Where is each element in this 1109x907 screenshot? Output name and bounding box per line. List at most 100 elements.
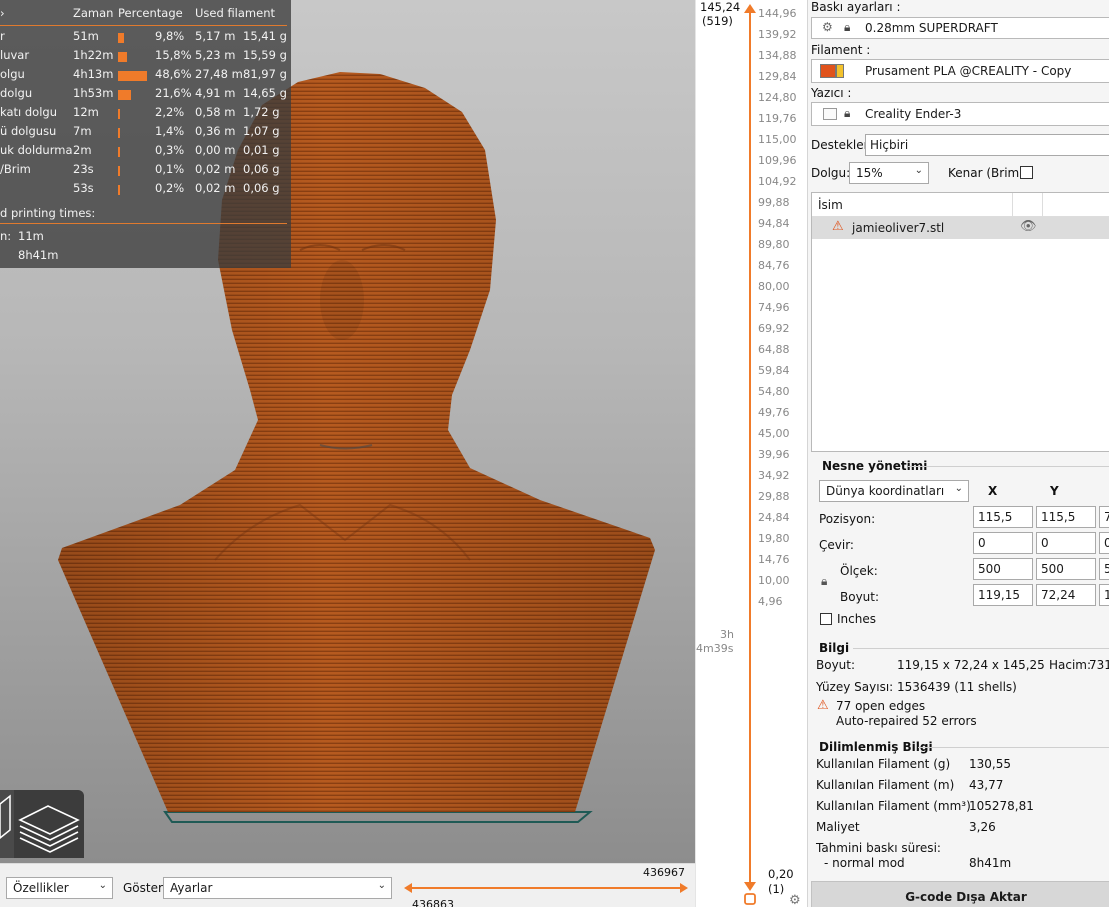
layer-slider-column: 145,24 (519) 3h 4m39s 144,96 139,92 134,88… — [695, 0, 807, 907]
view-mode-button-partial[interactable] — [0, 790, 14, 858]
stats-row-percentage-bar — [118, 109, 120, 119]
object-list-header: İsim — [812, 193, 1109, 217]
right-settings-panel: Baskı ayarları : ⚙ 🔒︎ 0.28mm SUPERDRAFT … — [807, 0, 1109, 907]
stats-row-weight: 0,06 g — [243, 162, 280, 176]
layer-tick-label: 19,80 — [758, 532, 790, 545]
stats-row-weight: 15,59 g — [243, 48, 287, 62]
stats-row: katı dolgu 12m 2,2% 0,58 m 1,72 g — [0, 105, 291, 124]
stats-row-percentage-bar — [118, 128, 120, 138]
stats-row-name: dolgu — [0, 86, 33, 100]
layer-tick-label: 109,96 — [758, 154, 797, 167]
stats-row: uk doldurma 2m 0,3% 0,00 m 0,01 g — [0, 143, 291, 162]
show-select[interactable]: Ayarlar ⌄ — [163, 877, 392, 899]
stats-row-name: /Brim — [0, 162, 31, 176]
inches-label: Inches — [837, 612, 876, 626]
est-row2-value: 8h41m — [18, 248, 59, 262]
stats-row-time: 4h13m — [73, 67, 114, 81]
stats-row-weight: 1,07 g — [243, 124, 280, 138]
layer-tick-label: 144,96 — [758, 7, 797, 20]
eye-icon[interactable]: 👁︎ — [1020, 219, 1037, 234]
stats-row: 53s 0,2% 0,02 m 0,06 g — [0, 181, 291, 200]
size-y-input[interactable]: 72,24 — [1036, 584, 1096, 606]
stats-row-percentage: 1,4% — [155, 124, 185, 138]
infill-label: Dolgu: — [811, 166, 851, 180]
stats-row-length: 27,48 m — [195, 67, 243, 81]
list-header-name: İsim — [818, 198, 843, 212]
gear-icon[interactable]: ⚙ — [789, 893, 801, 907]
stats-row: luvar 1h22m 15,8% 5,23 m 15,59 g — [0, 48, 291, 67]
stats-row-time: 53s — [73, 181, 94, 195]
layer-tick-label: 29,88 — [758, 490, 790, 503]
size-label: Boyut: — [840, 590, 880, 604]
scale-z-input[interactable]: 5 — [1099, 558, 1109, 580]
layer-top-index: (519) — [702, 14, 733, 28]
info-title: Bilgi — [819, 641, 850, 655]
print-settings-label: Baskı ayarları : — [811, 0, 901, 14]
horizontal-move-slider[interactable] — [402, 881, 692, 895]
brim-label: Kenar (Brim): — [948, 166, 1028, 180]
layer-tick-label: 4,96 — [758, 595, 783, 608]
scale-lock-icon[interactable]: 🔒︎ — [821, 574, 827, 589]
size-z-input[interactable]: 1 — [1099, 584, 1109, 606]
stats-row-name: ü dolgusu — [0, 124, 57, 138]
stats-row-percentage-bar — [118, 33, 124, 43]
scale-label: Ölçek: — [840, 564, 878, 578]
stats-row-weight: 14,65 g — [243, 86, 287, 100]
stats-row-name: luvar — [0, 48, 30, 62]
layer-tick-label: 134,88 — [758, 49, 797, 62]
facets-value: 1536439 (11 shells) — [897, 680, 1017, 694]
printer-select[interactable]: 🔒︎ Creality Ender-3 — [811, 102, 1109, 126]
position-label: Pozisyon: — [819, 512, 876, 526]
layer-tick-label: 115,00 — [758, 133, 797, 146]
rotate-z-input[interactable]: 0 — [1099, 532, 1109, 554]
size-x-input[interactable]: 119,15 — [973, 584, 1033, 606]
header-divider — [0, 25, 287, 26]
stats-row-name: olgu — [0, 67, 25, 81]
layer-tick-label: 49,76 — [758, 406, 790, 419]
layer-tick-label: 59,84 — [758, 364, 790, 377]
rotate-x-input[interactable]: 0 — [973, 532, 1033, 554]
layer-tick-label: 14,76 — [758, 553, 790, 566]
features-select[interactable]: Özellikler ⌄ — [6, 877, 113, 899]
filament-select[interactable]: Prusament PLA @CREALITY - Copy — [811, 59, 1109, 83]
layer-top-value: 145,24 — [700, 0, 741, 14]
3d-viewport[interactable]: › Zaman Percentage Used filament r 51m 9,8… — [0, 0, 695, 863]
layer-tick-label: 10,00 — [758, 574, 790, 587]
inches-checkbox[interactable] — [820, 613, 832, 625]
stats-row-time: 2m — [73, 143, 92, 157]
stats-row-weight: 81,97 g — [243, 67, 287, 81]
print-settings-select[interactable]: ⚙ 🔒︎ 0.28mm SUPERDRAFT — [811, 17, 1109, 39]
stats-header: › Zaman Percentage Used filament — [0, 6, 276, 20]
layer-tick-label: 34,92 — [758, 469, 790, 482]
position-x-input[interactable]: 115,5 — [973, 506, 1033, 528]
object-list[interactable]: İsim ⚠ jamieoliver7.stl 👁︎ — [811, 192, 1109, 452]
brim-checkbox[interactable] — [1020, 166, 1033, 179]
position-z-input[interactable]: 7 — [1099, 506, 1109, 528]
sliced-info-title: Dilimlenmiş Bilgi — [819, 740, 933, 754]
layer-tick-label: 39,96 — [758, 448, 790, 461]
position-y-input[interactable]: 115,5 — [1036, 506, 1096, 528]
layer-bottom-value: 0,20 — [768, 867, 794, 881]
preview-bottom-bar: Özellikler ⌄ Göster Ayarlar ⌄ 436967 436… — [0, 863, 695, 907]
layers-view-button[interactable] — [14, 790, 84, 858]
stats-row-percentage: 48,6% — [155, 67, 192, 81]
cost-value: 3,26 — [969, 820, 996, 834]
layer-bottom-index: (1) — [768, 882, 785, 896]
coordinate-system-select[interactable]: Dünya koordinatları ⌄ — [819, 480, 969, 502]
rotate-y-input[interactable]: 0 — [1036, 532, 1096, 554]
filament-label: Filament : — [811, 43, 871, 57]
export-gcode-button[interactable]: G-code Dışa Aktar — [811, 881, 1109, 907]
supports-select[interactable]: Hiçbiri — [865, 134, 1109, 156]
layer-tick-label: 84,76 — [758, 259, 790, 272]
stats-row-name: katı dolgu — [0, 105, 57, 119]
stats-row-length: 0,02 m — [195, 181, 236, 195]
stats-row-percentage: 15,8% — [155, 48, 192, 62]
list-item[interactable]: ⚠ jamieoliver7.stl 👁︎ — [812, 217, 1109, 239]
cost-label: Maliyet — [816, 820, 860, 834]
stats-row-length: 0,58 m — [195, 105, 236, 119]
scale-y-input[interactable]: 500 — [1036, 558, 1096, 580]
chevron-down-icon: ⌄ — [377, 880, 386, 891]
infill-select[interactable]: 15% ⌄ — [849, 162, 929, 184]
scale-x-input[interactable]: 500 — [973, 558, 1033, 580]
layer-tick-label: 69,92 — [758, 322, 790, 335]
